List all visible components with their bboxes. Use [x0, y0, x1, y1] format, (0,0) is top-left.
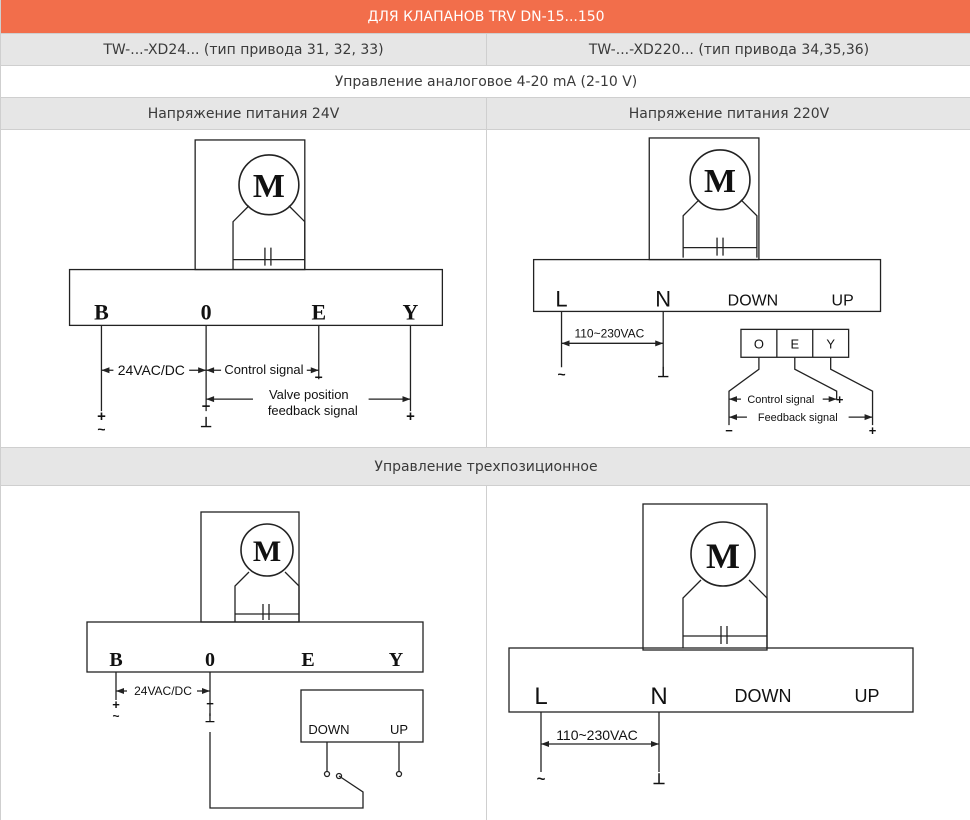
o-minus-mark: −: [725, 423, 733, 438]
terminal-b: B: [109, 649, 122, 671]
diagram-analog-220v: M L N DOWN UP 110~230VAC ~ ⊥ O E Y Contr…: [486, 130, 970, 447]
supply-24-label: 24VAC/DC: [118, 362, 185, 378]
y-plus-mark: +: [869, 423, 877, 438]
l-tilde-mark: ~: [537, 771, 546, 788]
terminal-block: [508, 647, 914, 713]
terminal-block: [532, 258, 882, 313]
o-ground-mark: ⊥: [205, 711, 215, 725]
table-header-row: ДЛЯ КЛАПАНОВ TRV DN-15...150: [1, 0, 970, 34]
supply-220-label: 110~230VAC: [556, 727, 638, 743]
voltage-row: Напряжение питания 24V Напряжение питани…: [1, 98, 970, 130]
three-position-row: Управление трехпозиционное: [1, 448, 970, 486]
terminal-n: N: [650, 683, 667, 710]
terminal-y: Y: [389, 649, 404, 671]
supply-24-label: 24VAC/DC: [134, 684, 192, 698]
b-tilde-mark: ~: [112, 709, 119, 723]
wiring-table: ДЛЯ КЛАПАНОВ TRV DN-15...150 TW-...-XD24…: [0, 0, 970, 820]
terminal-n: N: [655, 286, 671, 311]
diagram-3pos-220v: M L N DOWN UP 110~230VAC ~ ⊥: [486, 486, 970, 820]
n-ground-mark: ⊥: [652, 771, 665, 788]
feedback-signal-label: feedback signal: [268, 403, 358, 418]
switch-leads: [326, 742, 400, 772]
motor-label: M: [706, 536, 740, 576]
b-tilde-mark: ~: [97, 421, 105, 437]
terminal-down: DOWN: [735, 686, 792, 706]
terminal-block: [86, 621, 424, 673]
terminal-up: UP: [854, 686, 879, 706]
supply-220-label: 110~230VAC: [575, 326, 645, 340]
e-minus-mark: −: [315, 369, 323, 385]
terminal-o: 0: [205, 649, 215, 671]
three-position-diagram-row: M B 0 E Y 24VAC/DC + ~ − ⊥ DOWN UP M L N…: [1, 486, 970, 820]
diagram-analog-220v-svg: M L N DOWN UP 110~230VAC ~ ⊥ O E Y Contr…: [532, 137, 882, 438]
o-minus-mark: −: [202, 398, 211, 415]
box-o: O: [754, 336, 764, 351]
capacitor-symbol: [233, 247, 305, 266]
o-minus-mark: −: [206, 696, 214, 711]
capacitor-symbol: [683, 626, 767, 644]
analog-control-title: Управление аналоговое 4-20 mA (2-10 V): [334, 73, 638, 90]
e-plus-mark: +: [836, 392, 844, 407]
switch-contact-down: [323, 770, 331, 778]
terminal-up: UP: [832, 292, 854, 309]
switch-down: DOWN: [308, 722, 349, 737]
voltage-left: Напряжение питания 24V: [147, 105, 340, 122]
diagram-3pos-24v: M B 0 E Y 24VAC/DC + ~ − ⊥ DOWN UP: [1, 486, 486, 820]
voltage-right: Напряжение питания 220V: [486, 98, 970, 129]
control-signal-label: Control signal: [224, 362, 303, 377]
model-row: TW-...-XD24... (тип привода 31, 32, 33) …: [1, 34, 970, 66]
terminal-b: B: [94, 299, 109, 324]
terminal-l: L: [534, 683, 547, 710]
box-e: E: [790, 336, 799, 351]
diagram-analog-24v-svg: M B 0 E Y 24VAC/DC Control signal Valve …: [68, 139, 444, 437]
diagram-3pos-24v-svg: M B 0 E Y 24VAC/DC + ~ − ⊥ DOWN UP: [86, 511, 424, 809]
box-y: Y: [826, 336, 835, 351]
analog-diagram-row: M B 0 E Y 24VAC/DC Control signal Valve …: [1, 130, 970, 448]
capacitor-symbol: [683, 237, 757, 256]
three-position-title: Управление трехпозиционное: [374, 458, 598, 475]
model-right: TW-...-XD220... (тип привода 34,35,36): [486, 34, 970, 65]
control-signal-label: Control signal: [747, 394, 814, 406]
motor-label: M: [253, 168, 285, 205]
terminal-y: Y: [403, 299, 419, 324]
o-ground-mark: ⊥: [200, 414, 212, 430]
feedback-signal-label: Feedback signal: [758, 412, 838, 424]
terminal-block: [68, 268, 444, 327]
motor-linkage: [682, 579, 768, 648]
terminal-e: E: [311, 299, 326, 324]
n-ground-mark: ⊥: [657, 364, 669, 380]
model-left: TW-...-XD24... (тип привода 31, 32, 33): [103, 41, 384, 58]
table-title: ДЛЯ КЛАПАНОВ TRV DN-15...150: [367, 8, 605, 25]
terminal-o: 0: [201, 299, 212, 324]
switch-contact-up: [395, 770, 403, 778]
analog-control-row: Управление аналоговое 4-20 mA (2-10 V): [1, 66, 970, 98]
diagram-3pos-220v-svg: M L N DOWN UP 110~230VAC ~ ⊥: [508, 503, 914, 788]
valve-position-label: Valve position: [269, 387, 349, 402]
l-tilde-mark: ~: [557, 366, 565, 382]
terminal-down: DOWN: [728, 292, 778, 309]
motor-label: M: [704, 163, 736, 200]
capacitor-symbol: [235, 604, 299, 620]
motor-label: M: [253, 535, 281, 568]
switch-up: UP: [390, 722, 408, 737]
diagram-analog-24v: M B 0 E Y 24VAC/DC Control signal Valve …: [1, 130, 486, 447]
y-plus-mark: +: [406, 408, 415, 425]
terminal-l: L: [555, 286, 567, 311]
terminal-e: E: [301, 649, 314, 671]
